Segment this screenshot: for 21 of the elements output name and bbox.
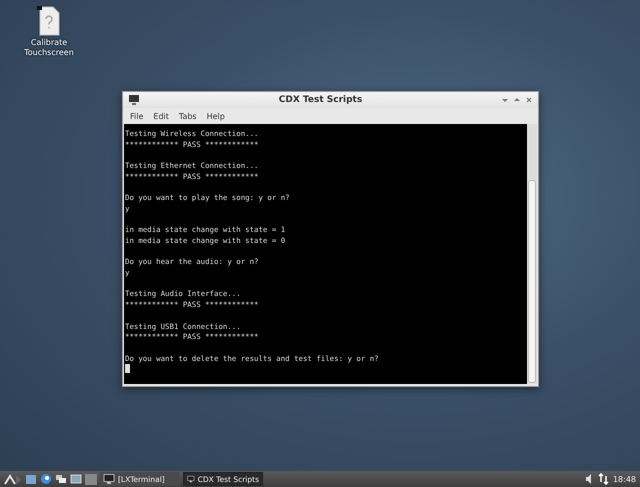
minimize-icon[interactable] [501, 96, 509, 104]
menu-item[interactable]: Edit [152, 112, 170, 120]
text-cursor [125, 364, 130, 374]
monitor-icon [128, 94, 140, 106]
menu-icon[interactable] [4, 473, 22, 485]
unknown-file-icon[interactable] [37, 6, 61, 36]
window-title: CDX Test Scripts [278, 95, 364, 105]
scrollbar-thumb[interactable] [528, 180, 536, 383]
menu-item[interactable]: Help [206, 112, 226, 120]
scrollbar[interactable] [527, 124, 537, 384]
terminal-icon [103, 473, 115, 485]
clock[interactable]: 18:48 [612, 474, 636, 484]
menu-item[interactable]: Tabs [178, 112, 198, 120]
network-icon[interactable] [598, 473, 610, 485]
terminal-icon [187, 473, 195, 485]
menu-item[interactable]: File [129, 112, 144, 120]
windows-icon[interactable] [55, 473, 67, 485]
desktop-icon-label[interactable]: Calibrate Touchscreen [24, 38, 74, 58]
maximize-icon[interactable] [513, 96, 521, 104]
close-icon[interactable] [525, 96, 533, 104]
globe-icon[interactable] [40, 473, 52, 485]
